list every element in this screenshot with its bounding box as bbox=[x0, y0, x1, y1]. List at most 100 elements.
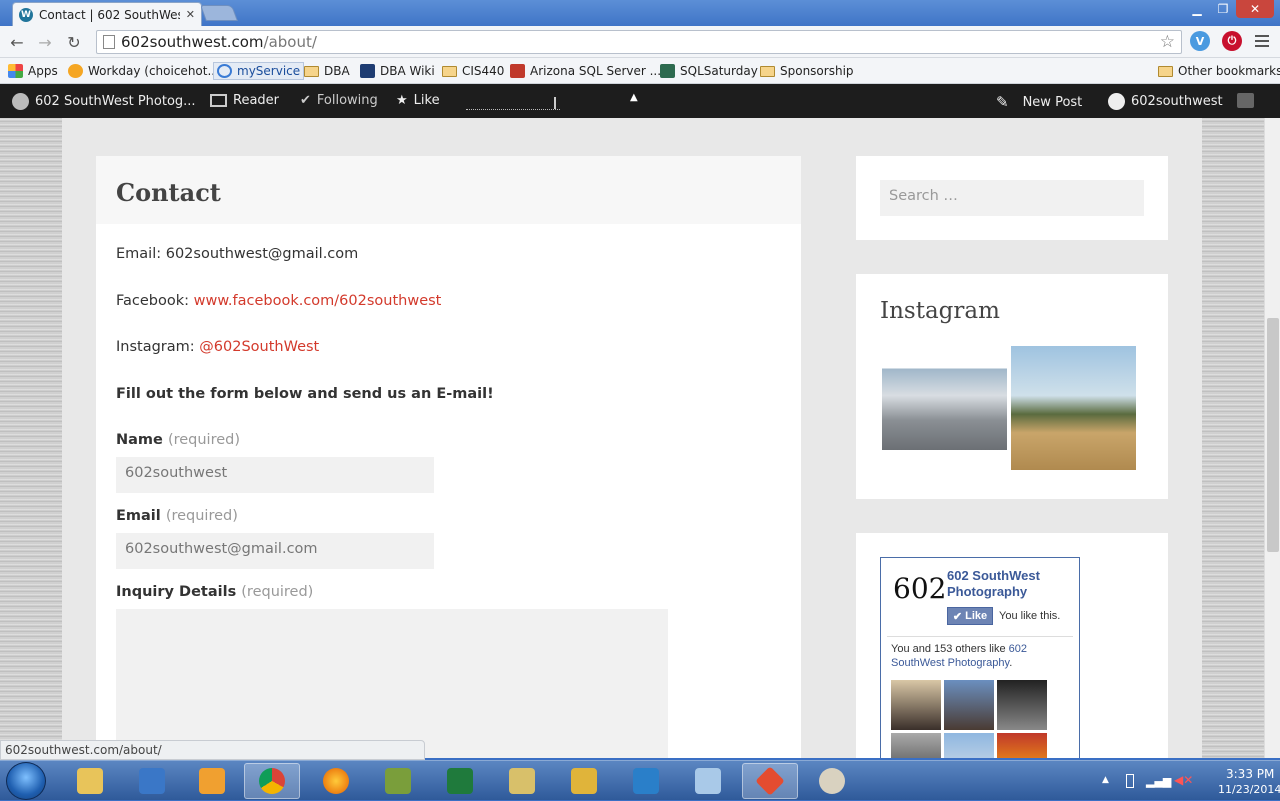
fb-fan-avatar[interactable] bbox=[891, 733, 941, 758]
bookmark-folder-cis440[interactable]: CIS440 bbox=[442, 62, 504, 80]
email-line-label: Email: bbox=[116, 246, 166, 262]
taskbar-notes[interactable] bbox=[680, 763, 736, 799]
keepass-icon bbox=[385, 768, 411, 794]
collapse-arrow-icon[interactable]: ▲ bbox=[630, 92, 638, 103]
taskbar-paint[interactable] bbox=[804, 763, 860, 799]
fb-like-button[interactable]: ✔ Like bbox=[947, 607, 993, 625]
extension-stop-icon[interactable]: ⏻ bbox=[1222, 31, 1242, 51]
clock-date[interactable]: 11/23/2014 bbox=[1218, 783, 1280, 796]
wp-following-link[interactable]: ✔ Following bbox=[300, 93, 378, 108]
signal-icon[interactable]: ▂▄▆ bbox=[1146, 775, 1171, 788]
start-button[interactable] bbox=[6, 762, 46, 800]
close-tab-icon[interactable]: ✕ bbox=[186, 8, 195, 21]
search-widget: Search … bbox=[856, 156, 1168, 240]
instagram-photo[interactable] bbox=[882, 346, 1007, 470]
fb-fan-avatar[interactable] bbox=[944, 733, 994, 758]
facebook-link[interactable]: www.facebook.com/602southwest bbox=[194, 293, 442, 309]
wp-new-post-button[interactable]: ✎ New Post bbox=[996, 93, 1082, 111]
clock-time[interactable]: 3:33 PM bbox=[1226, 767, 1274, 781]
fb-fan-avatar[interactable] bbox=[891, 680, 941, 730]
email-field[interactable]: 602southwest@gmail.com bbox=[116, 533, 434, 569]
bookmark-folder-sponsorship[interactable]: Sponsorship bbox=[760, 62, 854, 80]
browser-tab-active[interactable]: W Contact | 602 SouthWest P ✕ bbox=[12, 2, 202, 26]
taskbar-firefox[interactable] bbox=[308, 763, 364, 799]
inquiry-label: Inquiry Details (required) bbox=[116, 584, 313, 600]
apps-grid-icon bbox=[8, 64, 23, 78]
wp-user-menu[interactable]: 602southwest bbox=[1108, 93, 1223, 110]
restore-button[interactable]: ❐ bbox=[1210, 0, 1236, 18]
facebook-line-label: Facebook: bbox=[116, 293, 194, 309]
taskbar-tools[interactable] bbox=[494, 763, 550, 799]
taskbar-explorer[interactable] bbox=[62, 763, 118, 799]
wp-site-link[interactable]: 602 SouthWest Photog... bbox=[12, 93, 196, 110]
bookmark-arizona-sql[interactable]: Arizona SQL Server ... bbox=[510, 62, 661, 80]
chrome-menu-icon[interactable] bbox=[1255, 35, 1269, 49]
battery-icon[interactable] bbox=[1126, 774, 1134, 788]
fb-fan-avatar[interactable] bbox=[997, 733, 1047, 758]
check-icon: ✔ bbox=[300, 93, 311, 108]
bookmark-other[interactable]: Other bookmarks bbox=[1158, 62, 1280, 80]
reload-button[interactable]: ↻ bbox=[63, 32, 85, 52]
taskbar-keepass[interactable] bbox=[370, 763, 426, 799]
bookmark-myservice[interactable]: myService bbox=[213, 62, 305, 80]
wp-like-button[interactable]: ★ Like bbox=[396, 93, 440, 108]
close-window-button[interactable]: ✕ bbox=[1236, 0, 1274, 18]
bookmark-folder-dba[interactable]: DBA bbox=[304, 62, 350, 80]
taskbar-git[interactable] bbox=[742, 763, 798, 799]
url-path: /about/ bbox=[263, 33, 317, 51]
fb-fan-avatar[interactable] bbox=[944, 680, 994, 730]
taskbar-outlook[interactable] bbox=[184, 763, 240, 799]
bookmark-star-icon[interactable]: ☆ bbox=[1160, 32, 1175, 52]
form-intro: Fill out the form below and send us an E… bbox=[116, 386, 494, 402]
forward-button[interactable]: → bbox=[34, 32, 56, 52]
bookmark-label: Other bookmarks bbox=[1178, 64, 1280, 78]
inquiry-textarea[interactable] bbox=[116, 609, 668, 758]
bookmark-sqlsaturday[interactable]: SQLSaturday bbox=[660, 62, 758, 80]
fb-page-name[interactable]: 602 SouthWest Photography bbox=[947, 568, 1075, 600]
stats-sparkline bbox=[466, 97, 560, 110]
chrome-icon bbox=[259, 768, 285, 794]
volume-muted-icon[interactable]: ◀✕ bbox=[1174, 773, 1193, 787]
scrollbar-thumb[interactable] bbox=[1267, 318, 1279, 552]
git-icon bbox=[755, 766, 785, 796]
fb-divider bbox=[887, 636, 1073, 637]
bookmark-workday[interactable]: Workday (choicehot... bbox=[68, 62, 219, 80]
site-content: Contact Email: 602southwest@gmail.com Fa… bbox=[62, 118, 1202, 758]
folder-app-icon bbox=[77, 768, 103, 794]
instagram-link[interactable]: @602SouthWest bbox=[199, 339, 319, 355]
back-button[interactable]: ← bbox=[6, 32, 28, 52]
search-input[interactable]: Search … bbox=[880, 180, 1144, 216]
minimize-button[interactable]: ▁ bbox=[1184, 0, 1210, 18]
tray-expand-icon[interactable]: ▲ bbox=[1102, 775, 1109, 785]
firefox-icon bbox=[323, 768, 349, 794]
avatar-icon bbox=[1108, 93, 1125, 110]
fb-page-logo[interactable]: 602 bbox=[893, 572, 946, 605]
system-tray: ▲ ▂▄▆ ◀✕ 3:33 PM 11/23/2014 bbox=[1098, 761, 1280, 801]
lync-icon bbox=[633, 768, 659, 794]
name-label-text: Name bbox=[116, 432, 163, 448]
notifications-icon[interactable] bbox=[1237, 93, 1254, 108]
bookmark-apps[interactable]: Apps bbox=[8, 62, 58, 80]
email-line-value: 602southwest@gmail.com bbox=[165, 246, 359, 262]
page-scrollbar[interactable] bbox=[1264, 118, 1280, 758]
fb-fan-avatar[interactable] bbox=[997, 680, 1047, 730]
address-bar[interactable]: 602southwest.com/about/ ☆ bbox=[96, 30, 1182, 54]
taskbar-excel[interactable] bbox=[432, 763, 488, 799]
instagram-line-label: Instagram: bbox=[116, 339, 200, 355]
wp-reader-link[interactable]: Reader bbox=[210, 93, 279, 108]
instagram-line: Instagram: @602SouthWest bbox=[116, 339, 319, 355]
fb-count-prefix: You and 153 others like bbox=[891, 643, 1009, 655]
myservice-icon bbox=[217, 64, 232, 78]
contact-article: Contact Email: 602southwest@gmail.com Fa… bbox=[96, 156, 801, 758]
bookmark-dba-wiki[interactable]: DBA Wiki bbox=[360, 62, 435, 80]
taskbar-sql[interactable] bbox=[556, 763, 612, 799]
taskbar-lync[interactable] bbox=[618, 763, 674, 799]
instagram-photo[interactable] bbox=[1011, 346, 1136, 470]
page-icon bbox=[103, 35, 115, 49]
new-tab-button[interactable] bbox=[200, 5, 238, 21]
fb-like-label: Like bbox=[965, 610, 988, 622]
taskbar-remote-desktop[interactable] bbox=[124, 763, 180, 799]
name-field[interactable]: 602southwest bbox=[116, 457, 434, 493]
extension-v-icon[interactable]: V bbox=[1190, 31, 1210, 51]
taskbar-chrome[interactable] bbox=[244, 763, 300, 799]
